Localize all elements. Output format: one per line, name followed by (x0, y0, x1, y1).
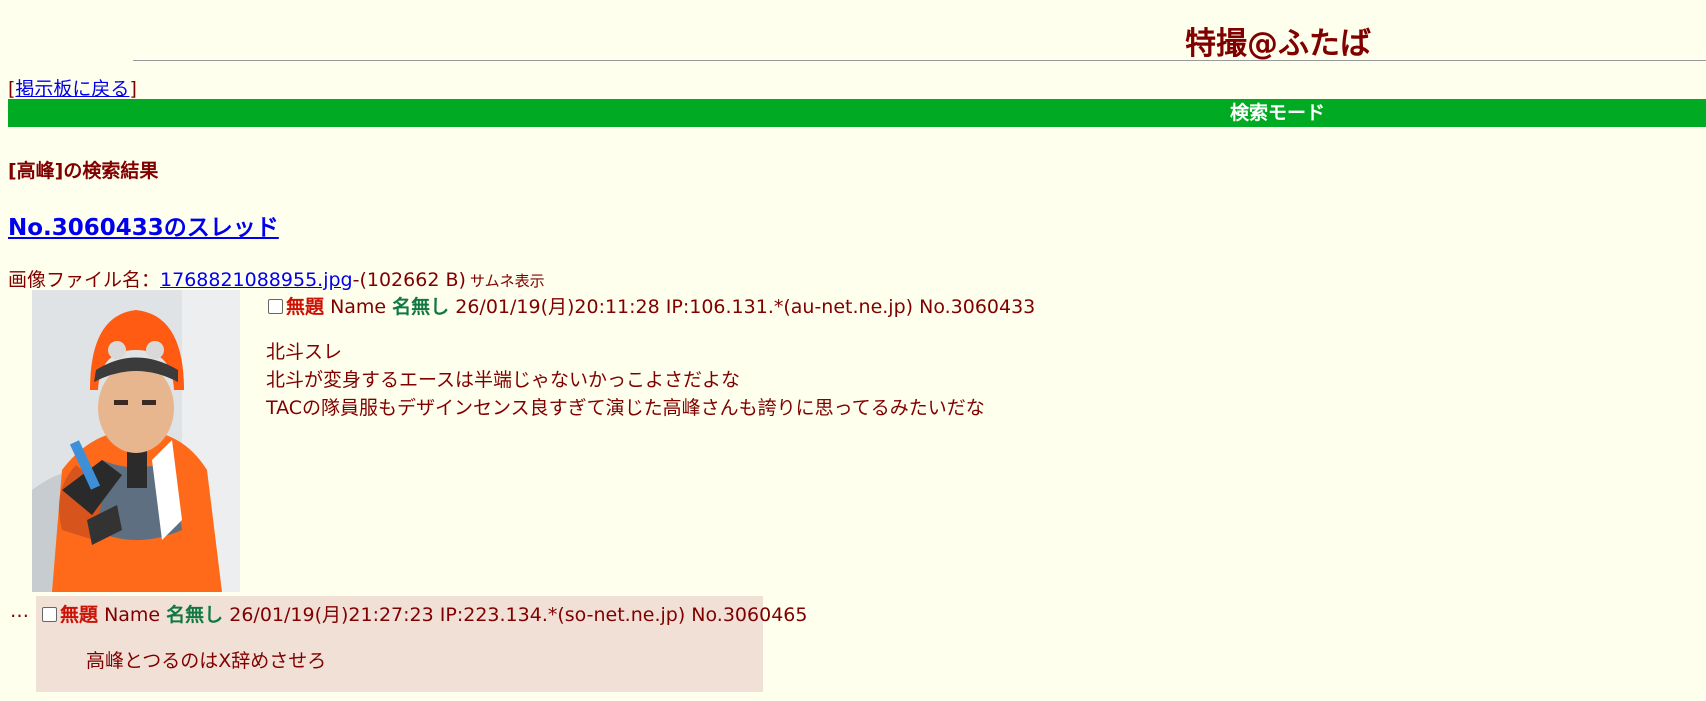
op-post-body: 北斗スレ 北斗が変身するエースは半端じゃないかっこよさだよな TACの隊員服もデ… (266, 338, 985, 422)
search-mode-label: 検索モード (1230, 102, 1326, 124)
op-ip: IP:106.131.*(au-net.ne.jp) (665, 296, 914, 318)
image-file-link[interactable]: 1768821088955.jpg (160, 269, 353, 291)
op-poster-name: 名無し (392, 296, 450, 318)
search-mode-bar: 検索モード (8, 99, 1706, 127)
back-to-board-link[interactable]: 掲示板に戻る (15, 78, 129, 100)
reply-poster-name: 名無し (166, 604, 224, 626)
op-body-line: TACの隊員服もデザインセンス良すぎて演じた高峰さんも誇りに思ってるみたいだな (266, 397, 985, 419)
op-delete-checkbox[interactable] (268, 299, 283, 314)
reply-datetime: 26/01/19(月)21:27:23 (229, 604, 434, 626)
thumbnail-label: サムネ表示 (469, 272, 545, 290)
reply-post-body: 高峰とつるのはX辞めさせろ (86, 650, 327, 672)
reply-delete-checkbox[interactable] (42, 607, 57, 622)
op-post-number[interactable]: No.3060433 (919, 296, 1035, 318)
file-info-prefix: 画像ファイル名： (8, 269, 161, 291)
reply-post: 無題 Name 名無し 26/01/19(月)21:27:23 IP:223.1… (36, 596, 807, 692)
reply-name-label: Name (104, 604, 161, 626)
reply-ellipsis: … (10, 600, 29, 622)
op-name-label: Name (330, 296, 387, 318)
op-body-line: 北斗スレ (266, 341, 343, 363)
thread-link[interactable]: No.3060433のスレッド (8, 208, 279, 242)
op-body-line: 北斗が変身するエースは半端じゃないかっこよさだよな (266, 369, 741, 391)
back-link-container: [掲示板に戻る] (8, 74, 137, 101)
op-post-header: 無題 Name 名無し 26/01/19(月)20:11:28 IP:106.1… (268, 292, 1035, 319)
file-size: -(102662 B) (352, 269, 466, 291)
reply-subject: 無題 (60, 604, 99, 626)
bracket-close: ] (129, 78, 137, 100)
thread-thumbnail-image[interactable] (32, 290, 240, 592)
file-info: 画像ファイル名：1768821088955.jpg-(102662 B) サムネ表… (8, 265, 545, 292)
search-result-heading: [高峰]の検索結果 (8, 160, 159, 182)
reply-ip: IP:223.134.*(so-net.ne.jp) (439, 604, 686, 626)
reply-post-number[interactable]: No.3060465 (691, 604, 807, 626)
title-divider (133, 60, 1706, 61)
board-title: 特撮@ふたば (1185, 26, 1371, 62)
op-datetime: 26/01/19(月)20:11:28 (455, 296, 660, 318)
reply-post-header: 無題 Name 名無し 26/01/19(月)21:27:23 IP:223.1… (42, 600, 807, 627)
op-subject: 無題 (286, 296, 325, 318)
